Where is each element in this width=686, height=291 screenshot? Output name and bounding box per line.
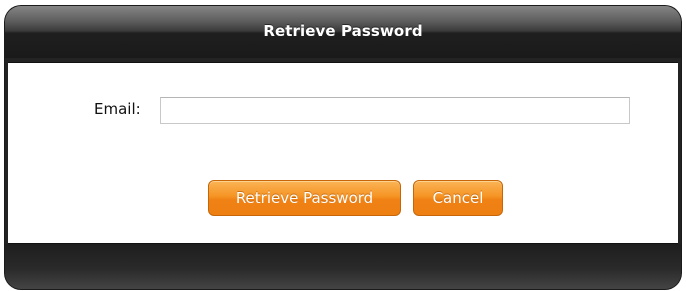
dialog-title: Retrieve Password [263,22,423,40]
email-label: Email: [94,100,141,118]
retrieve-password-button[interactable]: Retrieve Password [208,180,401,216]
dialog-frame: Retrieve Password Email: Retrieve Passwo… [5,6,681,289]
dialog-title-bar: Retrieve Password [5,6,681,58]
cancel-button[interactable]: Cancel [413,180,503,216]
retrieve-password-dialog: Retrieve Password Email: Retrieve Passwo… [0,0,686,291]
dialog-footer-bar [5,244,681,289]
dialog-body: Email: Retrieve Password Cancel [8,62,678,244]
email-field[interactable] [160,97,630,124]
